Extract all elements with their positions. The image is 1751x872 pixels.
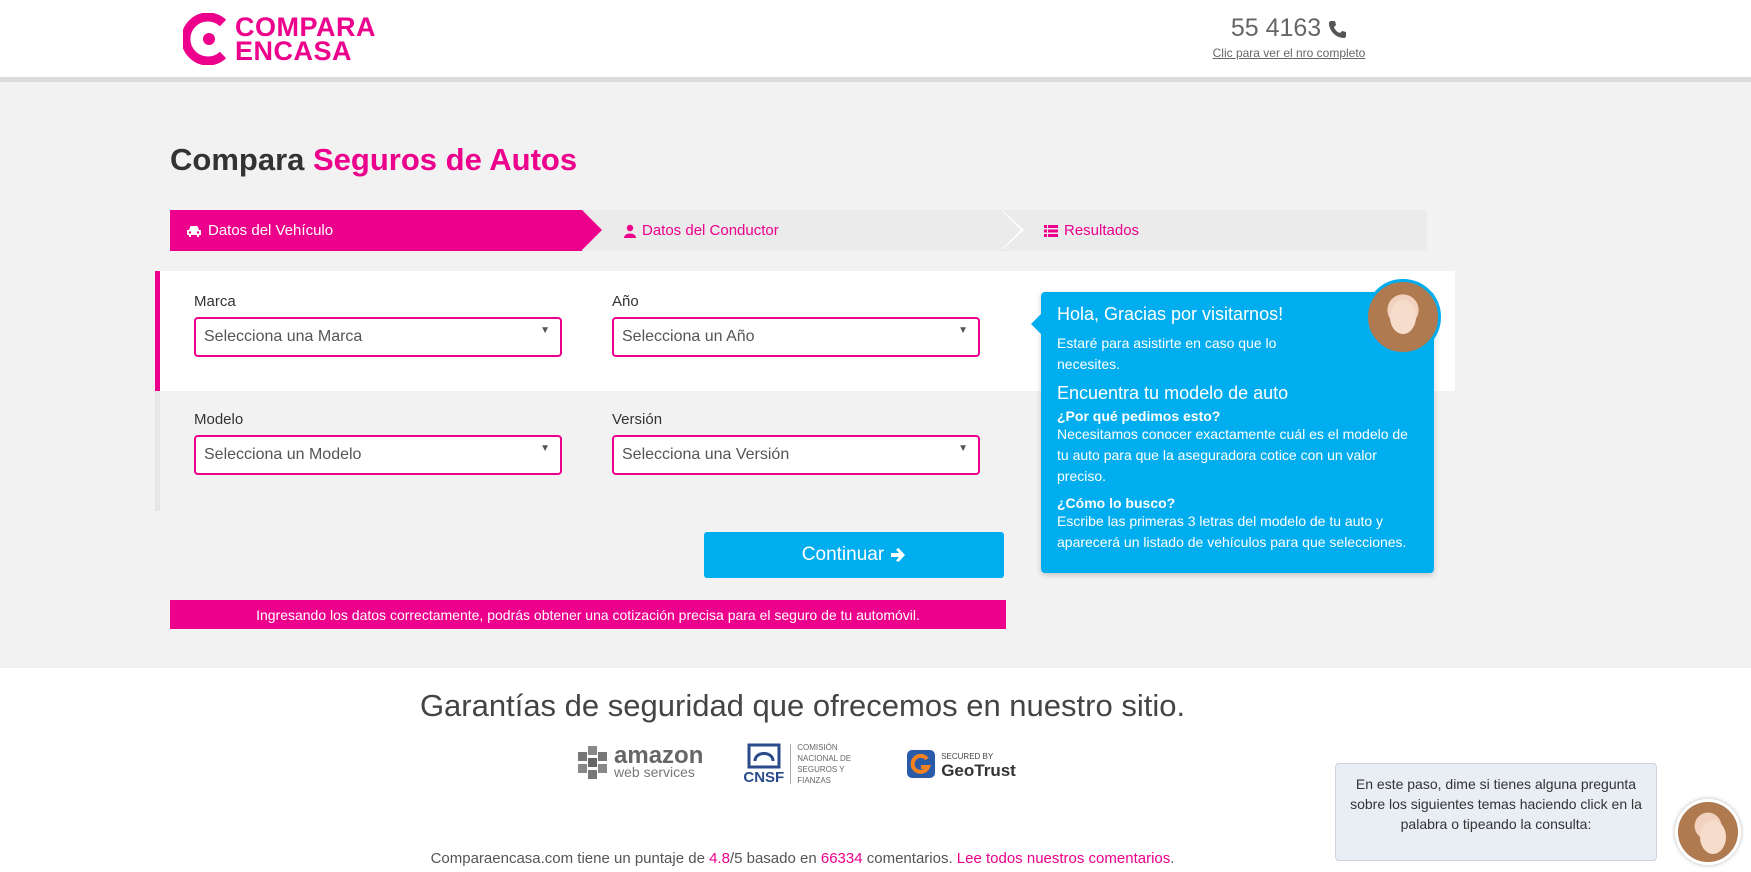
page-title-prefix: Compara (170, 142, 305, 177)
cnsf-subtext: COMISIÓN NACIONAL DE SEGUROS Y FIANZAS (797, 743, 852, 785)
step-results[interactable]: Resultados (1002, 210, 1427, 251)
step-divider-fill (1001, 210, 1021, 250)
tooltip-answer-2: Escribe las primeras 3 letras del modelo… (1057, 513, 1407, 550)
cnsf-logo: CNSF (743, 743, 784, 786)
aws-text: amazon web services (614, 742, 704, 781)
version-label: Versión (612, 411, 663, 428)
geotrust-name: GeoTrust (941, 761, 1016, 780)
dropdown-arrow-icon: ▼ (540, 325, 550, 336)
step-vehicle-label: Datos del Vehículo (208, 222, 334, 239)
marca-field: Marca Selecciona una Marca ▼ (194, 293, 562, 357)
phone-block: 55 4163 Clic para ver el nro completo (1212, 14, 1366, 60)
chat-avatar[interactable] (1675, 799, 1741, 865)
rating-count: 66334 (820, 850, 863, 867)
info-bar: Ingresando los datos correctamente, podr… (170, 600, 1006, 629)
list-icon (1044, 224, 1058, 237)
aws-text-2: web services (614, 764, 695, 780)
logo-text: COMPARA ENCASA (235, 14, 376, 66)
car-icon (187, 225, 201, 237)
modelo-field: Modelo Selecciona un Modelo ▼ (194, 411, 562, 475)
show-phone-link[interactable]: Clic para ver el nro completo (1212, 46, 1366, 60)
rating-period: . (1170, 850, 1175, 867)
logo-mark-icon (183, 13, 227, 65)
arrow-right-icon (891, 548, 906, 562)
version-select-value: Selecciona una Versión (622, 446, 790, 463)
modelo-label: Modelo (194, 411, 244, 428)
cnsf-text: CNSF (743, 768, 785, 786)
read-reviews-link[interactable]: Lee todos nuestros comentarios (957, 850, 1170, 867)
cnsf-badge: CNSF COMISIÓN NACIONAL DE SEGUROS Y FIAN… (743, 742, 867, 786)
tooltip-intro: Estaré para asistirte en caso que lo nec… (1057, 335, 1277, 372)
step-driver-label: Datos del Conductor (642, 222, 779, 239)
continue-label: Continuar (801, 544, 885, 565)
page-title: Compara Seguros de Autos (170, 142, 577, 178)
user-icon (624, 224, 636, 238)
aws-text-1: amazon (614, 742, 704, 769)
chat-bubble[interactable]: En este paso, dime si tienes alguna preg… (1335, 763, 1657, 861)
geotrust-badge: SECURED BY GeoTrust (907, 750, 1016, 780)
dropdown-arrow-icon: ▼ (958, 443, 968, 454)
page-title-highlight: Seguros de Autos (313, 142, 578, 177)
step-vehicle-data[interactable]: Datos del Vehículo (170, 210, 602, 251)
security-badges: amazon web services CNSF COMISIÓN NACION… (578, 742, 1016, 786)
marca-select[interactable]: Selecciona una Marca ▼ (194, 317, 562, 357)
geotrust-icon (907, 750, 936, 778)
marca-label: Marca (194, 293, 236, 310)
aws-cubes-icon (578, 746, 607, 779)
tooltip-greeting: Hola, Gracias por visitarnos! (1057, 304, 1284, 324)
progress-steps: Datos del Vehículo Datos del Conductor R… (170, 210, 1427, 251)
cnsf-emblem-icon (747, 743, 781, 768)
guarantee-heading: Garantías de seguridad que ofrecemos en … (419, 688, 1186, 723)
site-header: COMPARA ENCASA 55 4163 Clic para ver el … (0, 0, 1751, 82)
logo-line2: ENCASA (235, 36, 353, 66)
logo[interactable]: COMPARA ENCASA (183, 13, 376, 65)
rating-prefix: Comparaencasa.com tiene un puntaje de (430, 850, 705, 867)
modelo-select-value: Selecciona un Modelo (204, 446, 362, 463)
version-field: Versión Selecciona una Versión ▼ (612, 411, 980, 475)
form-row-bottom: Modelo Selecciona un Modelo ▼ Versión Se… (155, 391, 1035, 511)
rating-suffix: comentarios. (866, 850, 953, 867)
rating-mid: /5 basado en (729, 850, 817, 867)
geotrust-text: SECURED BY GeoTrust (941, 750, 1016, 780)
tooltip-answer-1: Necesitamos conocer exactamente cuál es … (1057, 426, 1408, 484)
anio-label: Año (612, 293, 639, 310)
phone-icon (1329, 20, 1347, 38)
dropdown-arrow-icon: ▼ (958, 325, 968, 336)
cnsf-divider (790, 744, 792, 784)
marca-select-value: Selecciona una Marca (204, 328, 363, 345)
anio-select-value: Selecciona un Año (622, 328, 755, 345)
version-select[interactable]: Selecciona una Versión ▼ (612, 435, 980, 475)
anio-field: Año Selecciona un Año ▼ (612, 293, 980, 357)
dropdown-arrow-icon: ▼ (540, 443, 550, 454)
phone-number: 55 4163 (1230, 14, 1322, 42)
rating-score: 4.8 (709, 850, 730, 867)
step-results-label: Resultados (1064, 222, 1140, 239)
tooltip-question-1: ¿Por qué pedimos esto? (1057, 408, 1221, 424)
aws-badge: amazon web services (578, 744, 703, 784)
info-bar-text: Ingresando los datos correctamente, podr… (256, 606, 920, 623)
tooltip-heading: Encuentra tu modelo de auto (1057, 383, 1289, 403)
continue-button[interactable]: Continuar (704, 532, 1004, 578)
step-driver-data[interactable]: Datos del Conductor (582, 210, 1002, 251)
chat-message: En este paso, dime si tienes alguna preg… (1350, 776, 1642, 832)
anio-select[interactable]: Selecciona un Año ▼ (612, 317, 980, 357)
modelo-select[interactable]: Selecciona un Modelo ▼ (194, 435, 562, 475)
tooltip-question-2: ¿Cómo lo busco? (1057, 495, 1176, 511)
assistant-avatar (1365, 279, 1441, 355)
phone-number-row[interactable]: 55 4163 (1212, 14, 1366, 43)
